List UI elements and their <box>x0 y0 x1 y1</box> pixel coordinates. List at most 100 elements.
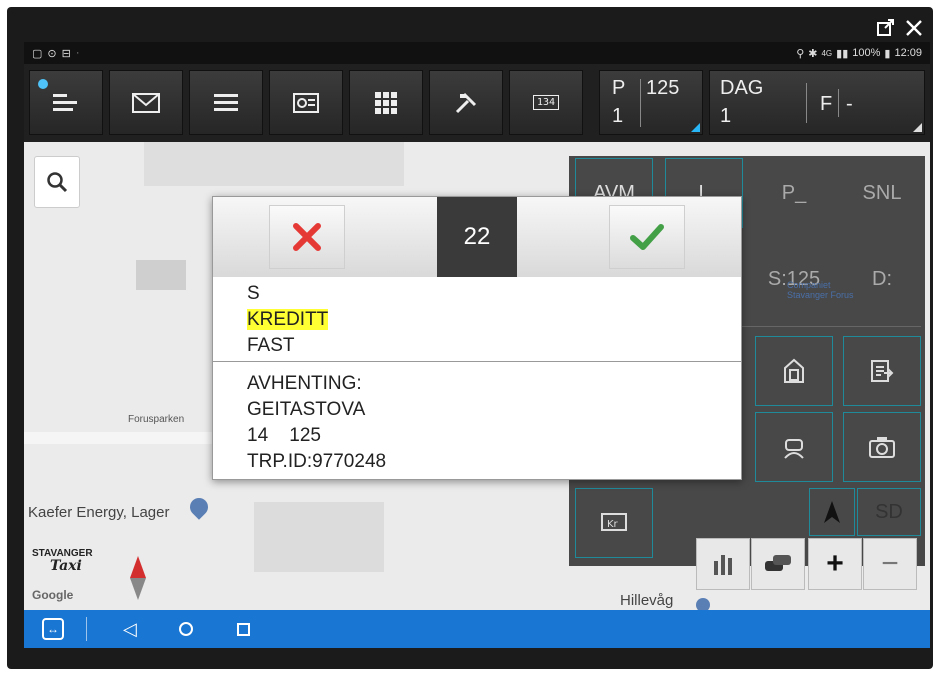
mail-icon <box>132 92 160 113</box>
d-button[interactable]: D: <box>843 244 921 314</box>
bluetooth-icon: ✱ <box>808 47 818 60</box>
list-icon <box>214 93 238 111</box>
svg-text:Kr: Kr <box>607 519 619 530</box>
zoom-in-label: + <box>826 547 844 580</box>
home-icon[interactable] <box>178 622 193 636</box>
station-button[interactable] <box>755 336 833 406</box>
battery-percent: 100% <box>852 47 881 59</box>
map-building <box>254 502 384 572</box>
dialog-line: 14 125 <box>247 425 321 446</box>
loop-icon: ⊙ <box>47 47 57 60</box>
navigation-arrow-icon <box>824 501 840 523</box>
sd-button[interactable]: SD <box>857 488 921 536</box>
active-indicator <box>38 79 48 89</box>
dag-divider-2 <box>838 89 839 117</box>
reject-button[interactable] <box>269 205 345 269</box>
dialog-line-highlight: KREDITT <box>247 307 329 333</box>
snl-button[interactable]: SNL <box>843 158 921 228</box>
popout-icon[interactable] <box>875 17 897 39</box>
p-bottom-value: 1 <box>612 105 624 127</box>
menu-list-button[interactable] <box>29 70 103 135</box>
stats-icon <box>714 555 732 575</box>
p-button[interactable]: P_ <box>755 158 833 228</box>
android-nav-bar: ↔ ◁ <box>24 610 930 648</box>
battery-icon: ▮ <box>884 47 891 60</box>
mail-button[interactable] <box>109 70 183 135</box>
nav-divider <box>86 617 87 641</box>
dialog-line: AVHENTING: <box>247 373 362 394</box>
compass-icon <box>130 556 146 600</box>
grid-icon <box>375 91 397 114</box>
p-divider <box>640 79 641 127</box>
dialog-line: TRP.ID:9770248 <box>247 451 387 472</box>
zoom-out-button[interactable]: − <box>863 538 917 590</box>
payment-type-label: KREDITT <box>247 309 329 330</box>
meter-button[interactable]: 134 <box>509 70 583 135</box>
receipt-icon <box>293 92 319 113</box>
map-search-button[interactable] <box>34 156 80 208</box>
cars-button[interactable] <box>751 538 805 590</box>
p-car-number: 125 <box>646 77 680 99</box>
map-stats-button[interactable] <box>696 538 750 590</box>
back-icon[interactable]: ◁ <box>123 619 137 640</box>
stavanger-taxi-logo: STAVANGER Taxi <box>32 548 112 573</box>
taxi-pickup-icon <box>784 439 804 459</box>
payment-button[interactable]: Kr <box>575 488 653 558</box>
s-125-button[interactable]: S:125 <box>755 244 833 314</box>
dialog-line: FAST <box>247 335 295 356</box>
sd-label: SD <box>875 500 903 523</box>
p-status-box[interactable]: P 1 125 <box>599 70 703 135</box>
map-label-kaefer: Kaefer Energy, Lager <box>28 504 170 521</box>
map-building <box>136 260 186 290</box>
square-notification-icon: ▢ <box>32 47 43 60</box>
map-label-companiet: Companiet Stavanger Forus <box>787 280 854 300</box>
signal-text: 4G <box>821 48 833 58</box>
station-icon <box>784 358 804 383</box>
job-offer-dialog: 22 S KREDITT FAST AVHENTING: GEITASTOVA … <box>212 196 742 480</box>
zoom-in-button[interactable]: + <box>808 538 862 590</box>
dag-divider <box>806 83 807 123</box>
list-button[interactable] <box>189 70 263 135</box>
dialog-header: 22 <box>213 197 741 277</box>
recents-icon[interactable] <box>236 622 250 636</box>
app-icon: ⊟ <box>61 47 71 60</box>
map-label-hillevag: Hillevåg <box>620 592 674 609</box>
form-icon <box>871 360 894 382</box>
main-toolbar: 134 P 1 125 DAG 1 F - <box>24 64 930 142</box>
search-icon <box>47 172 68 193</box>
map-building <box>144 142 404 186</box>
zoom-out-label: − <box>881 547 899 580</box>
grid-button[interactable] <box>349 70 423 135</box>
dag-corner-indicator <box>913 123 922 132</box>
status-bar: ▢ ⊙ ⊟ · ⚲ ✱ 4G ▮▮ 100% ▮ 12:09 <box>24 42 930 64</box>
countdown-timer: 22 <box>437 197 517 277</box>
close-icon[interactable] <box>903 17 925 39</box>
accept-button[interactable] <box>609 205 685 269</box>
cars-icon <box>765 555 791 571</box>
form-button[interactable] <box>843 336 921 406</box>
teamviewer-icon[interactable]: ↔ <box>42 618 64 640</box>
clock: 12:09 <box>894 47 922 59</box>
tools-button[interactable] <box>429 70 503 135</box>
taxi-pickup-button[interactable] <box>755 412 833 482</box>
google-logo: Google <box>32 588 74 602</box>
p-corner-indicator <box>691 123 700 132</box>
map-pin-icon <box>186 494 212 520</box>
receipt-button[interactable] <box>269 70 343 135</box>
dialog-divider <box>213 361 741 362</box>
signal-icon: ▮▮ <box>836 47 849 60</box>
camera-icon <box>869 437 895 458</box>
meter-icon: 134 <box>532 95 560 110</box>
accept-check-icon <box>630 224 664 250</box>
dag-f-label: F <box>820 93 833 115</box>
location-icon: ⚲ <box>796 47 805 60</box>
tools-icon <box>455 92 477 113</box>
dialog-line: GEITASTOVA <box>247 399 366 420</box>
navigation-button[interactable] <box>809 488 855 536</box>
map-label-forusparken: Forusparken <box>128 414 185 425</box>
dag-value: 1 <box>720 105 732 127</box>
dag-dash: - <box>846 93 853 115</box>
dag-status-box[interactable]: DAG 1 F - <box>709 70 925 135</box>
camera-button[interactable] <box>843 412 921 482</box>
menu-list-icon <box>53 93 77 111</box>
